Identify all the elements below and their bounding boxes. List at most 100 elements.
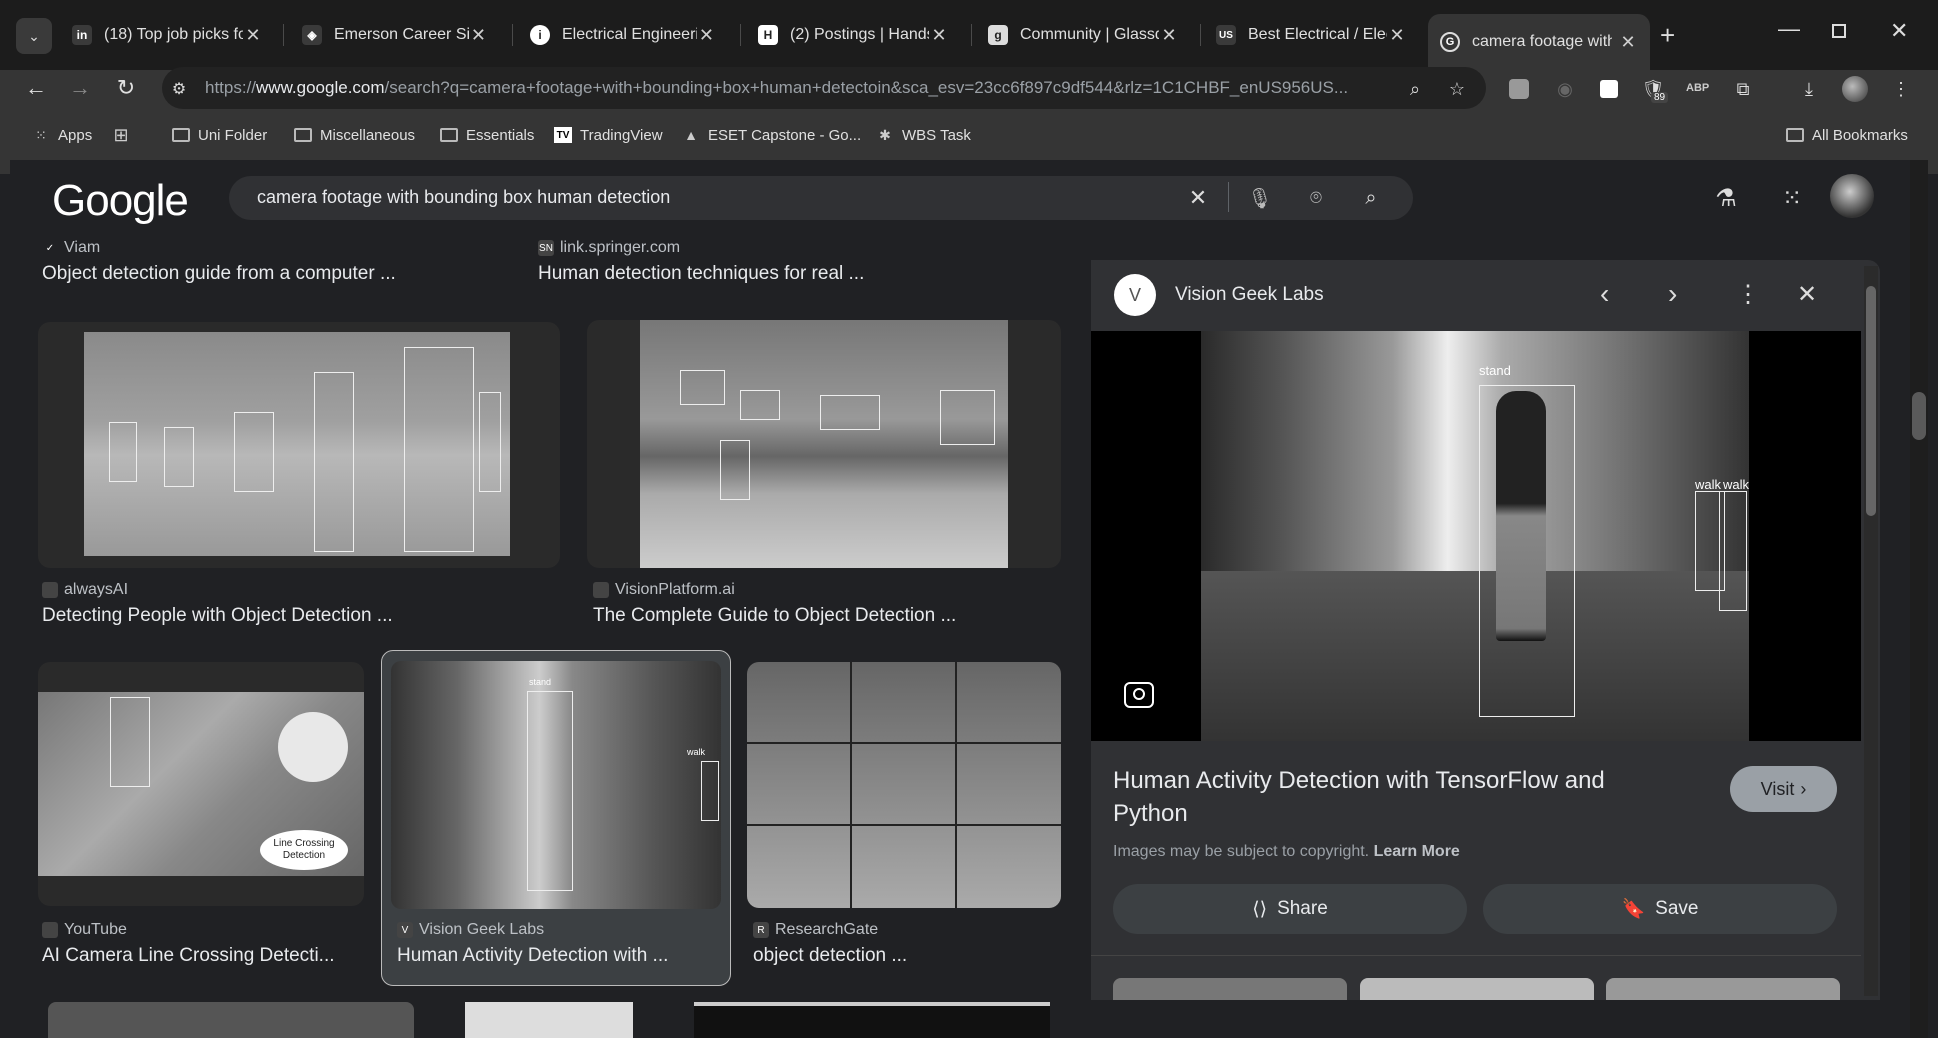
result-thumbnail[interactable] [48,1002,414,1038]
restore-button[interactable] [1832,24,1846,38]
result-thumbnail[interactable]: Line Crossing Detection [38,662,364,906]
close-icon[interactable]: ✕ [697,25,716,46]
tab-usnews[interactable]: US Best Electrical / Electr ✕ [1204,14,1419,56]
tab-separator [1200,24,1201,46]
folder-icon [440,128,458,142]
close-icon[interactable]: ✕ [469,25,488,46]
result-title[interactable]: object detection ... [753,945,907,967]
bookmark-eset-capstone[interactable]: ▲ ESET Capstone - Go... [682,124,861,146]
more-options-icon[interactable]: ⋮ [1736,280,1760,309]
labs-flask-icon[interactable]: ⚗ [1712,184,1740,212]
close-icon[interactable]: ✕ [1159,25,1179,46]
close-icon[interactable]: ✕ [1618,32,1638,53]
page-scrollbar-thumb[interactable] [1912,392,1926,440]
extension-1-icon[interactable] [1506,76,1532,102]
star-icon[interactable]: ☆ [1444,76,1470,102]
result-source[interactable]: SN link.springer.com [538,239,680,257]
result-title[interactable]: The Complete Guide to Object Detection .… [593,605,956,627]
bookmark-label: Miscellaneous [320,126,416,144]
result-source[interactable]: YouTube [42,921,127,939]
bounding-box [720,440,750,500]
result-thumbnail[interactable] [587,320,1061,568]
chevron-left-icon[interactable]: ‹ [1600,278,1609,310]
result-source[interactable]: V Vision Geek Labs [397,921,544,939]
search-input[interactable]: camera footage with bounding box human d… [257,187,670,208]
visit-button[interactable]: Visit › [1730,766,1837,812]
close-icon[interactable]: ✕ [1387,25,1407,46]
bookmark-tab-groups[interactable]: ⊞ [112,124,138,146]
google-logo[interactable]: Google [52,176,189,226]
result-title[interactable]: AI Camera Line Crossing Detecti... [42,945,335,967]
adblock-icon[interactable]: ABP [1686,82,1709,94]
download-icon[interactable]: ⤓ [1796,76,1822,102]
bookmark-all-bookmarks[interactable]: All Bookmarks [1786,124,1908,146]
clear-search-icon[interactable]: ✕ [1184,184,1212,212]
related-thumbnail[interactable] [1360,978,1594,1000]
tab-electrical-engineering[interactable]: i Electrical Engineering ✕ [518,14,728,56]
search-icon[interactable]: ⌕ [1357,184,1385,212]
new-tab-button[interactable]: + [1660,20,1675,51]
url-prefix: https:// [205,78,257,97]
bookmark-essentials[interactable]: Essentials [440,124,534,146]
close-panel-icon[interactable]: ✕ [1797,280,1817,309]
panel-site-name[interactable]: Vision Geek Labs [1175,284,1324,306]
result-title[interactable]: Object detection guide from a computer .… [42,263,396,285]
save-button[interactable]: 🔖 Save [1483,884,1837,934]
lens-icon[interactable]: ⌾ [1302,184,1330,212]
extension-2-icon[interactable]: ◉ [1552,76,1578,102]
profile-avatar[interactable] [1842,76,1868,102]
result-title[interactable]: Human detection techniques for real ... [538,263,864,285]
minimize-button[interactable]: — [1778,16,1800,42]
tab-linkedin[interactable]: in (18) Top job picks for ✕ [60,14,275,56]
back-button[interactable]: ← [22,74,50,102]
microphone-icon[interactable]: 🎙 [1246,184,1274,212]
close-icon[interactable]: ✕ [243,25,263,46]
site-avatar[interactable]: V [1114,274,1156,316]
related-thumbnail[interactable] [1606,978,1840,1000]
bookmark-label: Uni Folder [198,126,268,144]
result-thumbnail[interactable] [694,1002,1050,1038]
bookmark-tradingview[interactable]: TV TradingView [554,124,663,146]
url-text[interactable]: https://www.google.com/search?q=camera+f… [205,78,1385,98]
puzzle-icon[interactable]: ⧉ [1730,76,1756,102]
tab-emerson[interactable]: ◈ Emerson Career Site ✕ [290,14,500,56]
account-avatar[interactable] [1830,174,1874,218]
share-button[interactable]: ⟨⟩ Share [1113,884,1467,934]
bookmark-miscellaneous[interactable]: Miscellaneous [294,124,415,146]
result-source[interactable]: VisionPlatform.ai [593,581,735,599]
result-source[interactable]: R ResearchGate [753,921,878,939]
extension-3-icon[interactable] [1596,76,1622,102]
reload-button[interactable]: ↻ [112,74,140,102]
tab-google-search[interactable]: G camera footage with ✕ [1428,14,1650,70]
bookmark-uni-folder[interactable]: Uni Folder [172,124,267,146]
google-apps-icon[interactable]: ⁙ [1778,184,1806,212]
learn-more-link[interactable]: Learn More [1374,843,1460,860]
result-thumbnail[interactable] [747,662,1061,908]
result-thumbnail[interactable] [38,322,560,568]
tab-search-button[interactable]: ⌄ [16,18,52,54]
lens-search-icon[interactable] [1124,682,1154,708]
panel-scrollbar-thumb[interactable] [1866,286,1876,516]
related-thumbnail[interactable] [1113,978,1347,1000]
preview-image[interactable]: stand walk walk [1201,331,1749,741]
close-icon[interactable]: ✕ [929,25,949,46]
close-window-button[interactable]: ✕ [1890,18,1908,44]
result-source[interactable]: ✓ Viam [42,239,100,257]
bounding-box [479,392,501,492]
bookmark-wbs-task[interactable]: ✱ WBS Task [876,124,971,146]
tab-glassdoor[interactable]: g Community | Glassdo ✕ [976,14,1191,56]
zoom-icon[interactable]: ⌕ [1402,76,1428,102]
panel-title[interactable]: Human Activity Detection with TensorFlow… [1113,764,1633,830]
result-title[interactable]: Human Activity Detection with ... [397,945,668,967]
result-thumbnail[interactable] [465,1002,633,1038]
tab-handshake[interactable]: H (2) Postings | Handsh ✕ [746,14,961,56]
result-source[interactable]: alwaysAI [42,581,128,599]
menu-icon[interactable]: ⋮ [1888,76,1914,102]
chevron-right-icon[interactable]: › [1668,278,1677,310]
bookmark-apps[interactable]: ⁙ Apps [32,124,92,146]
forward-button[interactable]: → [66,74,94,102]
result-title[interactable]: Detecting People with Object Detection .… [42,605,393,627]
site-info-icon[interactable]: ⚙ [166,76,192,102]
tab-separator [971,24,972,46]
page-scrollbar[interactable] [1910,160,1928,1038]
